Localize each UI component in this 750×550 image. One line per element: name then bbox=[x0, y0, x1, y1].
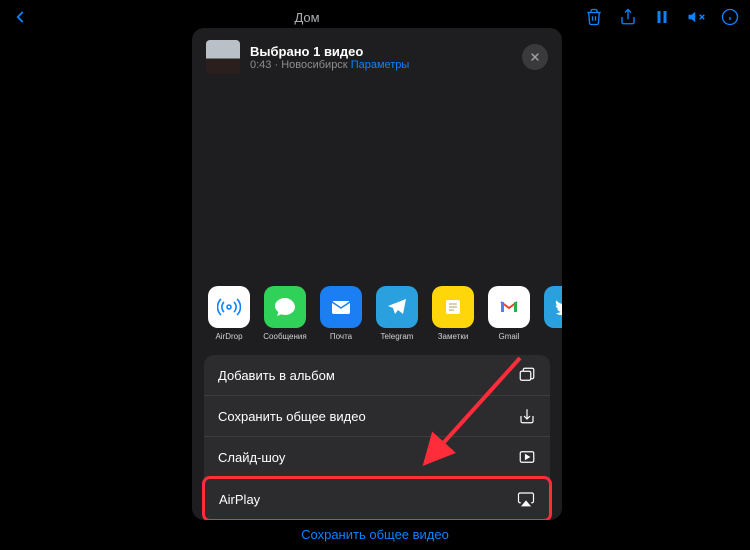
mute-icon[interactable] bbox=[686, 7, 706, 27]
sheet-subtitle: 0:43 · Новосибирск Параметры bbox=[250, 59, 512, 71]
play-box-icon bbox=[518, 448, 536, 466]
twitter-icon bbox=[544, 286, 562, 328]
share-messages[interactable]: Сообщения bbox=[260, 286, 310, 341]
download-icon bbox=[518, 407, 536, 425]
info-icon[interactable] bbox=[720, 7, 740, 27]
back-button[interactable] bbox=[10, 7, 30, 27]
bottom-save-link[interactable]: Сохранить общее видео bbox=[0, 527, 750, 542]
notes-icon bbox=[432, 286, 474, 328]
action-airplay[interactable]: AirPlay bbox=[202, 476, 552, 520]
share-airdrop[interactable]: AirDrop bbox=[204, 286, 254, 341]
action-slideshow[interactable]: Слайд-шоу bbox=[204, 437, 550, 478]
action-add-to-album[interactable]: Добавить в альбом bbox=[204, 355, 550, 396]
share-telegram[interactable]: Telegram bbox=[372, 286, 422, 341]
video-thumbnail bbox=[206, 40, 240, 74]
pause-icon[interactable] bbox=[652, 7, 672, 27]
share-icon[interactable] bbox=[618, 7, 638, 27]
share-mail[interactable]: Почта bbox=[316, 286, 366, 341]
share-gmail[interactable]: Gmail bbox=[484, 286, 534, 341]
gmail-icon bbox=[488, 286, 530, 328]
page-title: Дом bbox=[30, 10, 584, 25]
options-link[interactable]: Параметры bbox=[351, 59, 410, 71]
airplay-icon bbox=[517, 490, 535, 508]
airdrop-icon bbox=[208, 286, 250, 328]
telegram-icon bbox=[376, 286, 418, 328]
mail-icon bbox=[320, 286, 362, 328]
sheet-title: Выбрано 1 видео bbox=[250, 44, 512, 59]
share-targets-row: AirDrop Сообщения Почта Telegram Заметки bbox=[192, 276, 562, 347]
close-button[interactable] bbox=[522, 44, 548, 70]
action-save-shared-video[interactable]: Сохранить общее видео bbox=[204, 396, 550, 437]
messages-icon bbox=[264, 286, 306, 328]
share-notes[interactable]: Заметки bbox=[428, 286, 478, 341]
trash-icon[interactable] bbox=[584, 7, 604, 27]
actions-list: Добавить в альбом Сохранить общее видео … bbox=[204, 355, 550, 520]
share-more[interactable]: T bbox=[540, 286, 562, 341]
album-icon bbox=[518, 366, 536, 384]
share-sheet: Выбрано 1 видео 0:43 · Новосибирск Парам… bbox=[192, 28, 562, 520]
